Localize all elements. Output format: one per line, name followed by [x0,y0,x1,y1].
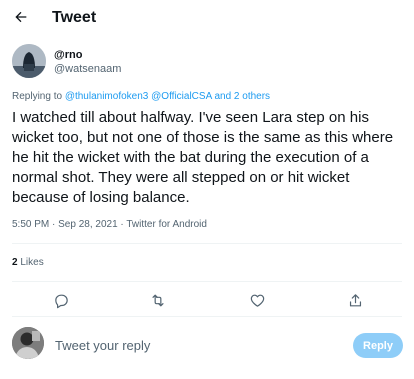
share-icon [349,293,361,306]
mention-officialcsa[interactable]: @OfficialCSA [151,91,212,102]
likes-count: 2 [12,257,18,268]
tweet-author: @rno @watsenaam [12,44,412,80]
replying-prefix: Replying to [12,91,65,102]
tweet-source[interactable]: Twitter for Android [126,219,207,230]
mention-thulanimofoken3[interactable]: @thulanimofoken3 [65,91,149,102]
tweet-time[interactable]: 5:50 PM [12,219,49,230]
tweet-date[interactable]: Sep 28, 2021 [58,219,118,230]
back-arrow-icon [15,11,27,23]
author-name[interactable]: @rno [54,49,82,61]
retweet-icon [152,294,164,306]
like-button[interactable] [247,290,267,310]
top-bar: Tweet [0,0,414,38]
reply-button[interactable] [51,290,71,310]
mention-others-link[interactable]: and 2 others [212,91,270,102]
divider [12,316,402,317]
divider [12,243,402,244]
author-handle[interactable]: @watsenaam [54,63,121,75]
likes-label: Likes [20,257,44,268]
current-user-avatar[interactable] [12,327,44,359]
reply-submit-button[interactable]: Reply [353,333,403,358]
tweet-meta: 5:50 PM · Sep 28, 2021 · Twitter for And… [12,219,207,230]
back-button[interactable] [8,4,34,30]
replying-to: Replying to @thulanimofoken3 @OfficialCS… [12,91,270,102]
author-avatar[interactable] [12,44,46,78]
tweet-text: I watched till about halfway. I've seen … [12,109,394,206]
reply-icon [54,294,68,308]
share-button[interactable] [345,290,365,310]
likes-stat[interactable]: 2 Likes [12,257,44,268]
like-icon [250,294,264,307]
meta-separator: · [49,219,59,230]
reply-input[interactable] [55,334,295,356]
retweet-button[interactable] [148,290,168,310]
page-title: Tweet [52,9,97,26]
divider [12,281,402,282]
